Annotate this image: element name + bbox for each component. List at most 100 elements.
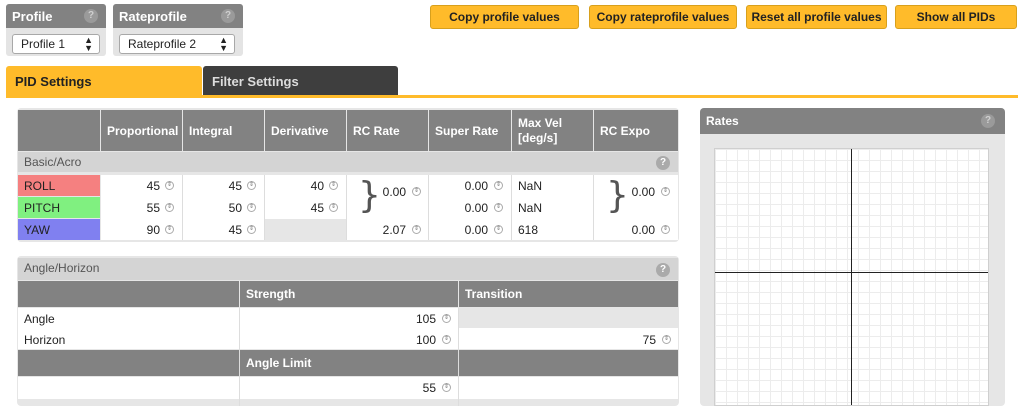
header-rc-expo: RC Expo xyxy=(594,110,678,151)
yaw-rc-expo-input[interactable]: 0.00 xyxy=(605,223,655,237)
rateprofile-header: Rateprofile ? xyxy=(113,4,243,28)
rates-title: Rates xyxy=(706,114,739,128)
spinner-icon[interactable]: ⇕ xyxy=(494,225,503,234)
angle-limit-row-right xyxy=(459,377,678,399)
help-icon[interactable]: ? xyxy=(981,114,995,128)
spinner-icon[interactable]: ⇕ xyxy=(165,203,174,212)
help-icon[interactable]: ? xyxy=(84,9,98,23)
reset-all-button[interactable]: Reset all profile values xyxy=(746,5,887,29)
header-angle-limit: Angle Limit xyxy=(240,350,458,376)
header-max-vel-line2: [deg/s] xyxy=(518,131,558,145)
angle-limit-header-blank xyxy=(18,350,239,376)
header-max-vel: Max Vel [deg/s] xyxy=(512,110,593,151)
spinner-icon[interactable]: ⇕ xyxy=(329,203,338,212)
roll-i-input[interactable]: 45 xyxy=(192,179,242,193)
header-super-rate: Super Rate xyxy=(429,110,511,151)
rateprofile-box: Rateprofile ? Rateprofile 2 ▲ ▼ xyxy=(113,4,243,56)
row-name: YAW xyxy=(24,223,50,237)
yaw-rc-rate-input[interactable]: 2.07 xyxy=(356,223,406,237)
column-divider xyxy=(593,175,594,240)
spinner-icon[interactable]: ⇕ xyxy=(494,181,503,190)
roll-max-vel: NaN xyxy=(518,179,543,193)
angle-strength-input[interactable]: 105 xyxy=(380,312,436,326)
angle-limit-input[interactable]: 55 xyxy=(380,381,436,395)
profile-title: Profile xyxy=(12,9,53,24)
rateprofile-title: Rateprofile xyxy=(119,9,187,24)
spinner-icon[interactable]: ⇕ xyxy=(442,383,451,392)
header-max-vel-line1: Max Vel xyxy=(518,116,563,130)
help-icon[interactable]: ? xyxy=(656,263,670,277)
tab-underline xyxy=(6,95,1018,98)
rateprofile-select[interactable]: Rateprofile 2 ▲ ▼ xyxy=(119,34,235,54)
row-name: ROLL xyxy=(24,179,56,193)
help-icon[interactable]: ? xyxy=(221,9,235,23)
copy-rateprofile-button[interactable]: Copy rateprofile values xyxy=(589,5,737,29)
spinner-icon[interactable]: ⇕ xyxy=(247,203,256,212)
spinner-icon[interactable]: ⇕ xyxy=(165,181,174,190)
axis-label-pitch: PITCH xyxy=(18,197,100,218)
angle-transition-empty xyxy=(459,308,678,328)
column-divider xyxy=(428,175,429,240)
spinner-icon[interactable]: ⇕ xyxy=(329,181,338,190)
rollpitch-rc-expo-input[interactable]: 0.00 xyxy=(626,185,655,199)
spinner-icon[interactable]: ⇕ xyxy=(494,203,503,212)
spinner-icon[interactable]: ⇕ xyxy=(661,225,670,234)
header-rc-rate: RC Rate xyxy=(347,110,428,151)
pitch-max-vel: NaN xyxy=(518,201,543,215)
header-derivative: Derivative xyxy=(265,110,346,151)
spinner-icon[interactable]: ⇕ xyxy=(412,225,421,234)
tab-filter-settings[interactable]: Filter Settings xyxy=(203,66,398,97)
horizon-transition-input[interactable]: 75 xyxy=(600,333,656,347)
pitch-super-rate-input[interactable]: 0.00 xyxy=(438,201,488,215)
copy-profile-button[interactable]: Copy profile values xyxy=(430,5,579,29)
spinner-icon[interactable]: ⇕ xyxy=(662,335,671,344)
yaw-p-input[interactable]: 90 xyxy=(110,223,160,237)
updown-arrow-icon: ▲ ▼ xyxy=(219,35,228,53)
help-icon[interactable]: ? xyxy=(656,156,670,170)
basic-acro-title: Basic/Acro xyxy=(24,155,82,169)
spinner-icon[interactable]: ⇕ xyxy=(165,225,174,234)
angle-horizon-section: Angle/Horizon ? xyxy=(18,258,678,280)
tab-pid-settings[interactable]: PID Settings xyxy=(6,66,202,97)
profile-select[interactable]: Profile 1 ▲ ▼ xyxy=(12,34,100,54)
pitch-i-input[interactable]: 50 xyxy=(192,201,242,215)
profile-select-value: Profile 1 xyxy=(21,37,66,51)
axis-label-roll: ROLL xyxy=(18,175,100,196)
rates-header: Rates ? xyxy=(700,108,1005,134)
rollpitch-rc-rate-input[interactable]: 0.00 xyxy=(378,185,406,199)
angle-label: Angle xyxy=(24,312,55,326)
angle-limit-row-left xyxy=(18,377,239,399)
yaw-max-vel: 618 xyxy=(518,223,539,237)
angle-horizon-header-blank xyxy=(18,281,239,307)
derivative-yaw-empty xyxy=(265,219,346,240)
pid-header-blank xyxy=(18,110,100,151)
spinner-icon[interactable]: ⇕ xyxy=(442,314,451,323)
header-proportional: Proportional xyxy=(101,110,182,151)
roll-super-rate-input[interactable]: 0.00 xyxy=(438,179,488,193)
yaw-super-rate-input[interactable]: 0.00 xyxy=(438,223,488,237)
horizon-label: Horizon xyxy=(24,333,66,347)
header-strength: Strength xyxy=(240,281,458,307)
roll-p-input[interactable]: 45 xyxy=(110,179,160,193)
row-name: PITCH xyxy=(24,201,60,215)
spinner-icon[interactable]: ⇕ xyxy=(247,181,256,190)
header-transition: Transition xyxy=(459,281,678,307)
pitch-p-input[interactable]: 55 xyxy=(110,201,160,215)
header-integral: Integral xyxy=(183,110,264,151)
spinner-icon[interactable]: ⇕ xyxy=(247,225,256,234)
axis-label-yaw: YAW xyxy=(18,219,100,240)
angle-horizon-title: Angle/Horizon xyxy=(24,261,100,275)
profile-header: Profile ? xyxy=(6,4,106,28)
basic-acro-section: Basic/Acro ? xyxy=(18,152,678,172)
spinner-icon[interactable]: ⇕ xyxy=(442,335,451,344)
spinner-icon[interactable]: ⇕ xyxy=(661,187,670,196)
roll-d-input[interactable]: 40 xyxy=(274,179,324,193)
yaw-i-input[interactable]: 45 xyxy=(192,223,242,237)
column-divider xyxy=(346,175,347,240)
show-all-pids-button[interactable]: Show all PIDs xyxy=(895,5,1017,29)
horizon-strength-input[interactable]: 100 xyxy=(380,333,436,347)
column-divider xyxy=(511,175,512,240)
pitch-d-input[interactable]: 45 xyxy=(274,201,324,215)
rateprofile-select-value: Rateprofile 2 xyxy=(128,37,197,51)
spinner-icon[interactable]: ⇕ xyxy=(412,187,421,196)
